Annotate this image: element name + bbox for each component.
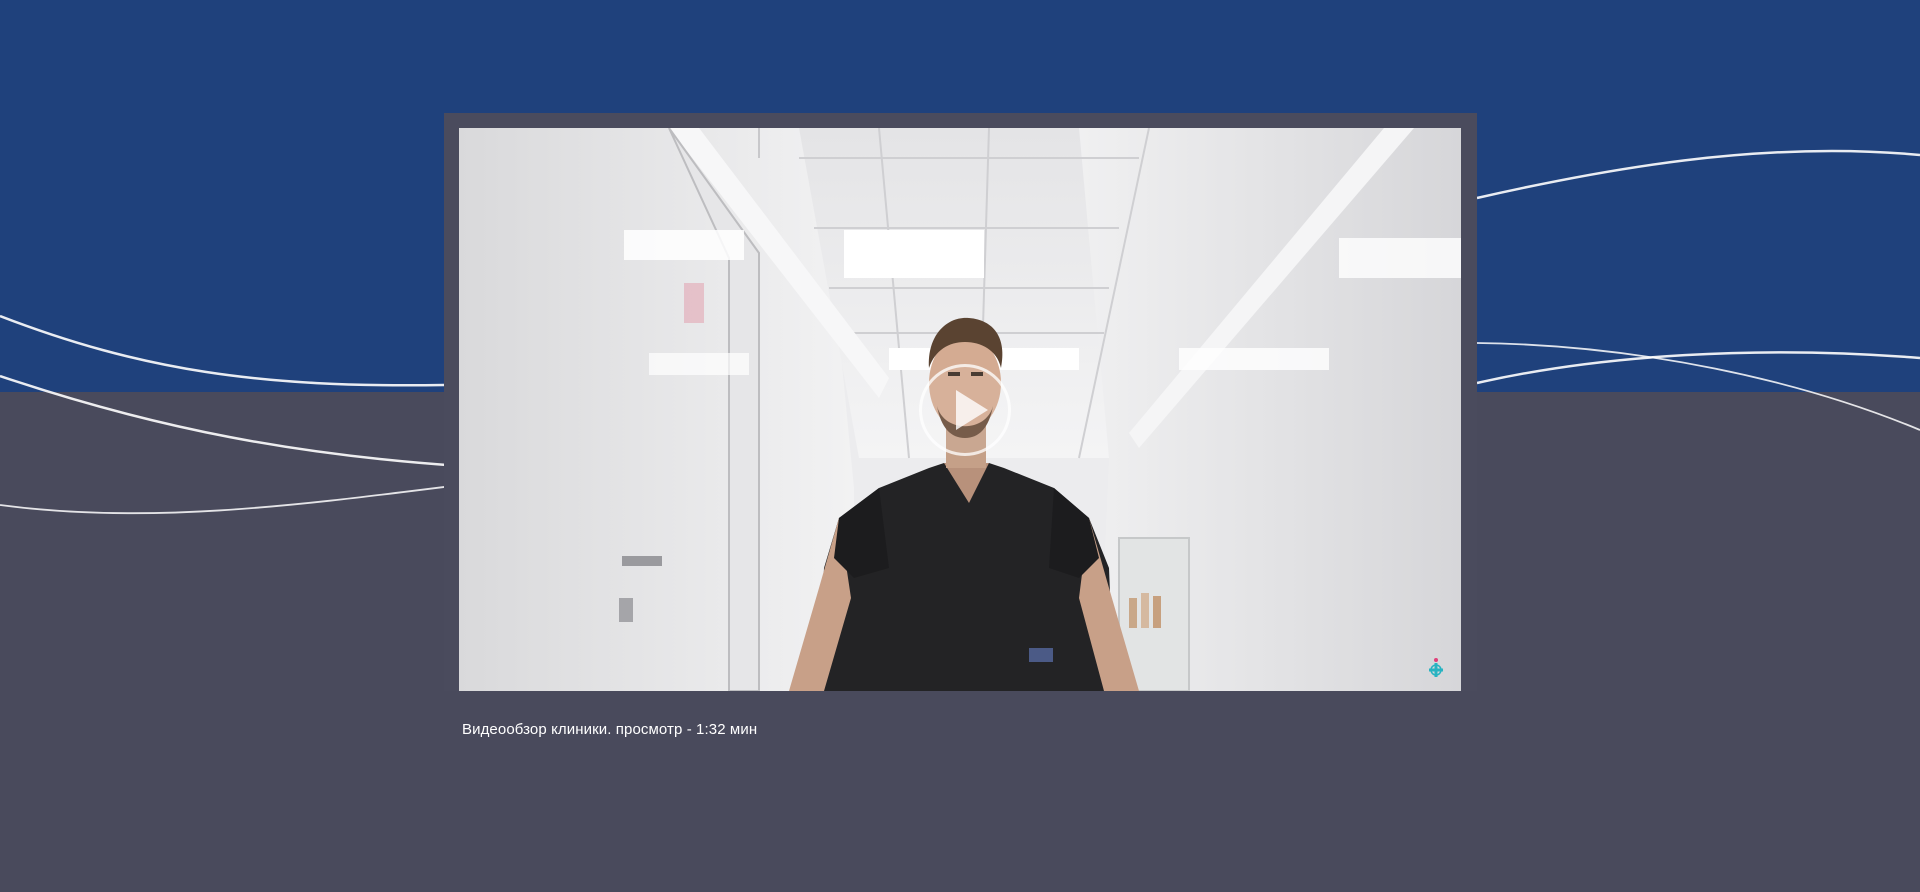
video-thumbnail[interactable] [459, 128, 1461, 691]
video-caption: Видеообзор клиники. просмотр - 1:32 мин [462, 721, 758, 738]
clinic-logo-icon [1429, 658, 1443, 677]
play-button[interactable] [919, 364, 1011, 456]
play-icon [956, 390, 988, 430]
video-player[interactable] [444, 113, 1477, 691]
